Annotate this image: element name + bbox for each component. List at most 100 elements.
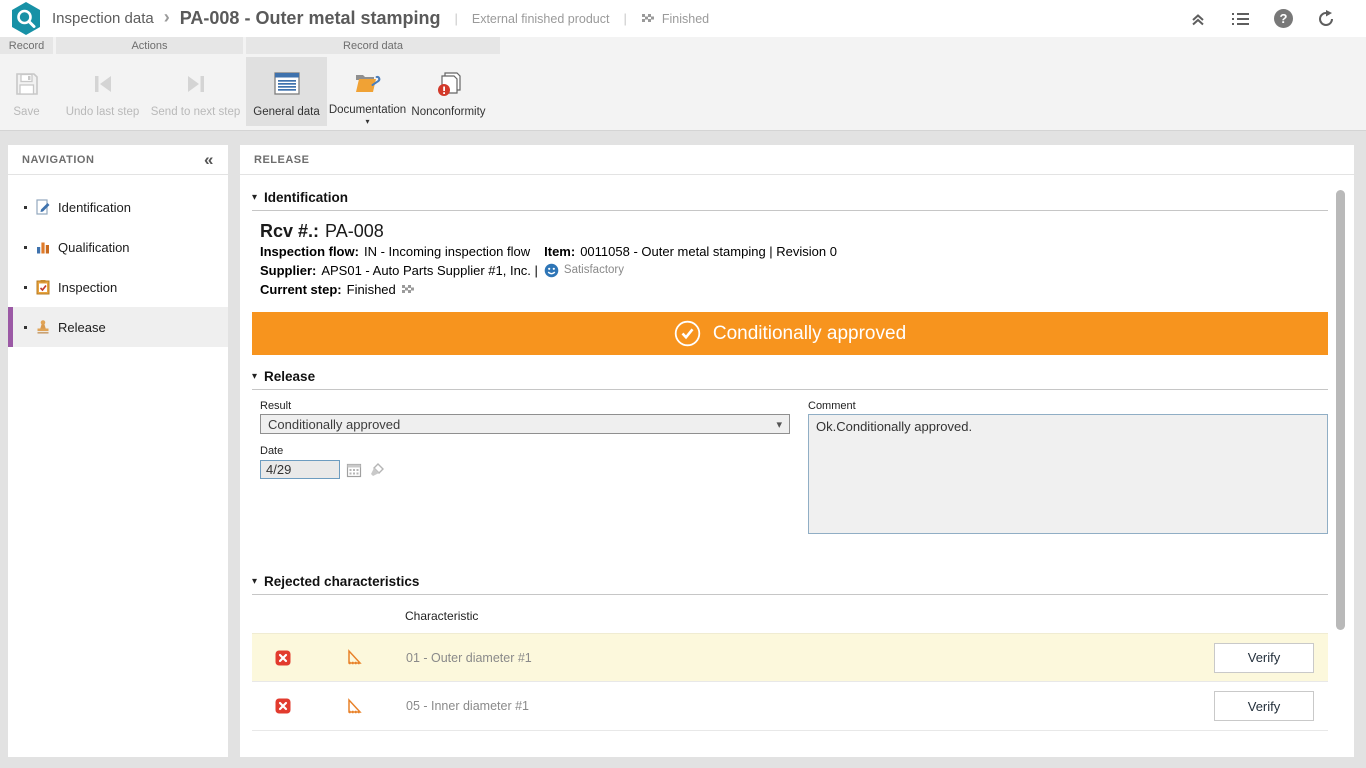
identification-section-header[interactable]: ▾ Identification — [252, 190, 1328, 205]
item-value: 0011058 - Outer metal stamping | Revisio… — [580, 244, 837, 259]
divider — [252, 210, 1328, 211]
content-header: RELEASE — [240, 145, 1354, 175]
save-label: Save — [13, 106, 40, 118]
documentation-label: Documentation — [328, 104, 407, 116]
sidebar-item-label: Identification — [58, 199, 131, 215]
column-header-characteristic: Characteristic — [405, 609, 479, 623]
rating-text: Satisfactory — [563, 264, 624, 276]
current-step-value: Finished — [346, 282, 396, 297]
table-row[interactable]: 05 - Inner diameter #1 Verify — [252, 682, 1328, 731]
sidebar-item-label: Release — [58, 319, 106, 335]
result-select[interactable]: Conditionally approved ▾ — [260, 414, 790, 434]
help-icon[interactable]: ? — [1274, 9, 1293, 28]
banner-text: Conditionally approved — [712, 322, 907, 344]
supplier-value: APS01 - Auto Parts Supplier #1, Inc. | — [321, 263, 538, 278]
inspection-flow-line: Inspection flow: IN - Incoming inspectio… — [260, 242, 1328, 261]
smiley-satisfactory-icon — [544, 263, 559, 278]
supplier-label: Supplier: — [260, 263, 317, 278]
divider — [252, 389, 1328, 390]
documentation-dropdown-icon[interactable]: ▾ — [365, 118, 369, 126]
date-input[interactable] — [260, 460, 340, 479]
ribbon-toolbar: Record Save Actions Undo last step Send … — [0, 37, 1366, 131]
result-selected-value: Conditionally approved — [268, 416, 401, 432]
send-to-next-step-label: Send to next step — [150, 106, 241, 118]
collapse-section-icon[interactable]: ▾ — [252, 192, 257, 203]
rejected-status-icon — [252, 650, 314, 666]
refresh-icon[interactable] — [1317, 9, 1336, 28]
list-view-icon[interactable] — [1231, 11, 1250, 27]
section-title: Release — [264, 369, 316, 384]
status-text: Finished — [661, 11, 710, 26]
comment-textarea[interactable]: Ok.Conditionally approved. — [808, 414, 1328, 534]
document-edit-icon — [34, 199, 51, 215]
clear-date-icon[interactable] — [368, 461, 386, 479]
table-row[interactable]: 01 - Outer diameter #1 Verify — [252, 633, 1328, 682]
ribbon-group-actions: Actions Undo last step Send to next step — [56, 37, 243, 130]
skip-forward-icon — [183, 62, 209, 106]
nonconformity-label: Nonconformity — [411, 106, 486, 118]
sidebar-item-identification[interactable]: Identification — [8, 187, 228, 227]
collapse-section-icon[interactable]: ▾ — [252, 576, 257, 587]
sidebar-item-inspection[interactable]: Inspection — [8, 267, 228, 307]
navigation-title: NAVIGATION — [22, 153, 95, 166]
section-title: Rejected characteristics — [264, 574, 420, 589]
app-logo-icon[interactable] — [9, 1, 43, 42]
general-data-button[interactable]: General data — [246, 57, 327, 126]
rejected-status-icon — [252, 698, 314, 714]
rcv-number-line: Rcv #.: PA-008 — [260, 221, 1328, 242]
clipboard-check-icon — [34, 279, 51, 295]
collapse-section-icon[interactable]: ▾ — [252, 371, 257, 382]
form-window-icon — [273, 62, 301, 106]
current-step-line: Current step: Finished — [260, 280, 1328, 299]
checkered-flag-icon — [401, 283, 416, 297]
bullet — [24, 285, 27, 289]
sidebar-item-release[interactable]: Release — [8, 307, 228, 347]
rejected-section-header[interactable]: ▾ Rejected characteristics — [252, 574, 1328, 589]
breadcrumb-chevron-icon: › — [163, 7, 170, 27]
comment-field-label: Comment — [808, 400, 856, 412]
documentation-button[interactable]: Documentation ▾ — [327, 57, 408, 126]
item-label: Item: — [544, 244, 576, 259]
ribbon-group-record: Record Save — [0, 37, 53, 130]
navigation-header: NAVIGATION « — [8, 145, 228, 175]
inspection-flow-label: Inspection flow: — [260, 244, 359, 259]
vertical-scrollbar[interactable] — [1336, 190, 1345, 630]
collapse-ribbon-icon[interactable] — [1189, 11, 1207, 27]
collapse-navigation-icon[interactable]: « — [204, 150, 214, 170]
verify-button[interactable]: Verify — [1214, 691, 1314, 721]
stamp-icon — [34, 319, 51, 335]
breadcrumb: Inspection data › PA-008 - Outer metal s… — [52, 7, 710, 29]
section-title: Identification — [264, 190, 349, 205]
divider — [252, 594, 1328, 595]
selected-indicator — [8, 307, 13, 347]
bullet — [24, 325, 27, 329]
supplier-rating: Satisfactory — [544, 261, 624, 280]
rcv-value: PA-008 — [325, 221, 384, 241]
navigation-panel: NAVIGATION « Identification Qualificatio… — [8, 145, 228, 757]
save-icon — [14, 62, 40, 106]
characteristic-name: 01 - Outer diameter #1 — [406, 650, 532, 665]
checkered-flag-icon — [641, 13, 654, 22]
nonconformity-button[interactable]: Nonconformity — [408, 57, 489, 126]
variable-characteristic-icon — [314, 649, 392, 666]
sidebar-item-qualification[interactable]: Qualification — [8, 227, 228, 267]
save-button[interactable]: Save — [0, 57, 53, 126]
variable-characteristic-icon — [314, 697, 392, 715]
sidebar-item-label: Inspection — [58, 279, 118, 295]
undo-last-step-button[interactable]: Undo last step — [56, 57, 149, 126]
top-actions: ? — [1189, 9, 1366, 28]
content-panel: RELEASE ▾ Identification Rcv #.: PA-008 I… — [240, 145, 1354, 757]
bullet — [24, 205, 27, 209]
breadcrumb-module[interactable]: Inspection data — [52, 10, 154, 27]
release-section-header[interactable]: ▾ Release — [252, 369, 1328, 384]
result-banner: Conditionally approved — [252, 312, 1328, 355]
top-bar: Inspection data › PA-008 - Outer metal s… — [0, 0, 1366, 37]
send-to-next-step-button[interactable]: Send to next step — [149, 57, 242, 126]
current-step-label: Current step: — [260, 282, 342, 297]
chevron-down-icon: ▾ — [776, 418, 782, 431]
supplier-line: Supplier: APS01 - Auto Parts Supplier #1… — [260, 261, 1328, 280]
bar-chart-icon — [34, 239, 51, 255]
calendar-icon[interactable] — [345, 461, 363, 479]
rcv-label: Rcv #.: — [260, 221, 320, 241]
verify-button[interactable]: Verify — [1214, 642, 1314, 673]
